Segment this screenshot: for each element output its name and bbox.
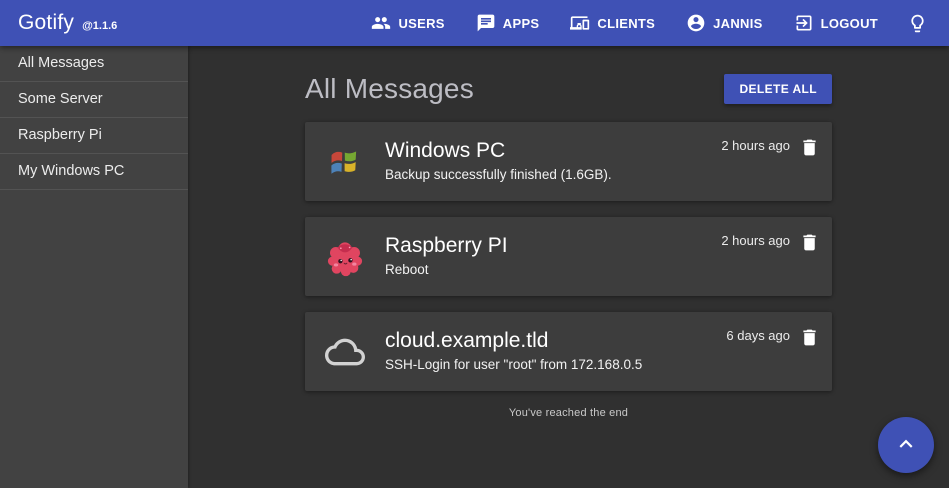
- message-meta: 2 hours ago: [721, 217, 832, 296]
- sidebar: All Messages Some Server Raspberry Pi My…: [0, 46, 188, 488]
- message-text: cloud.example.tld SSH-Login for user "ro…: [385, 329, 726, 374]
- trash-icon: [799, 146, 820, 161]
- apps-button-label: APPS: [503, 16, 540, 31]
- message-text: Raspberry PI Reboot: [385, 234, 721, 279]
- message-card-raspberry-pi: Raspberry PI Reboot 2 hours ago: [305, 217, 832, 296]
- message-card-windows-pc: Windows PC Backup successfully finished …: [305, 122, 832, 201]
- message-body: Backup successfully finished (1.6GB).: [385, 167, 721, 182]
- app-title: Gotify: [18, 11, 74, 35]
- message-title: Raspberry PI: [385, 234, 721, 258]
- app-version: @1.1.6: [82, 20, 117, 32]
- clients-button[interactable]: CLIENTS: [561, 7, 664, 39]
- apps-button[interactable]: APPS: [467, 7, 549, 39]
- trash-icon: [799, 241, 820, 256]
- page-title: All Messages: [305, 73, 474, 105]
- message-body: Reboot: [385, 262, 721, 277]
- windows-logo: [325, 142, 365, 182]
- end-of-list-text: You've reached the end: [305, 407, 832, 419]
- brand: Gotify @1.1.6: [18, 11, 117, 35]
- lightbulb-icon: [907, 13, 928, 34]
- users-button-label: USERS: [398, 16, 444, 31]
- logout-button[interactable]: LOGOUT: [785, 7, 887, 39]
- message-text: Windows PC Backup successfully finished …: [385, 139, 721, 184]
- message-timestamp: 2 hours ago: [721, 230, 790, 248]
- delete-all-button[interactable]: DELETE ALL: [724, 74, 832, 104]
- sidebar-item-raspberry-pi[interactable]: Raspberry Pi: [0, 118, 188, 154]
- delete-message-button[interactable]: [797, 135, 822, 160]
- sidebar-item-my-windows-pc[interactable]: My Windows PC: [0, 154, 188, 190]
- main-area: All Messages DELETE ALL: [188, 46, 949, 488]
- scroll-to-top-button[interactable]: [878, 417, 934, 473]
- app-bar: Gotify @1.1.6 USERS APPS CLIENTS JANNIS: [0, 0, 949, 46]
- account-circle-icon: [686, 13, 706, 33]
- logout-icon: [794, 13, 814, 33]
- users-button[interactable]: USERS: [362, 7, 453, 39]
- raspberry-logo: [325, 237, 365, 277]
- message-card-cloud: cloud.example.tld SSH-Login for user "ro…: [305, 312, 832, 391]
- delete-message-button[interactable]: [797, 230, 822, 255]
- clients-button-label: CLIENTS: [597, 16, 655, 31]
- message-title: Windows PC: [385, 139, 721, 163]
- message-meta: 2 hours ago: [721, 122, 832, 201]
- message-title: cloud.example.tld: [385, 329, 726, 353]
- logout-button-label: LOGOUT: [821, 16, 878, 31]
- sidebar-item-some-server[interactable]: Some Server: [0, 82, 188, 118]
- current-user-label: JANNIS: [713, 16, 762, 31]
- chat-icon: [476, 13, 496, 33]
- theme-toggle-button[interactable]: [900, 7, 935, 40]
- chevron-up-icon: [893, 431, 919, 460]
- delete-message-button[interactable]: [797, 325, 822, 350]
- sidebar-item-all-messages[interactable]: All Messages: [0, 46, 188, 82]
- message-list: Windows PC Backup successfully finished …: [305, 122, 832, 391]
- message-timestamp: 6 days ago: [726, 325, 790, 343]
- message-meta: 6 days ago: [726, 312, 832, 391]
- cloud-icon: [325, 332, 365, 372]
- top-nav: USERS APPS CLIENTS JANNIS LOGOUT: [349, 7, 935, 40]
- devices-icon: [570, 13, 590, 33]
- message-timestamp: 2 hours ago: [721, 135, 790, 153]
- message-body: SSH-Login for user "root" from 172.168.0…: [385, 357, 726, 372]
- users-icon: [371, 13, 391, 33]
- current-user-button[interactable]: JANNIS: [677, 7, 771, 39]
- trash-icon: [799, 336, 820, 351]
